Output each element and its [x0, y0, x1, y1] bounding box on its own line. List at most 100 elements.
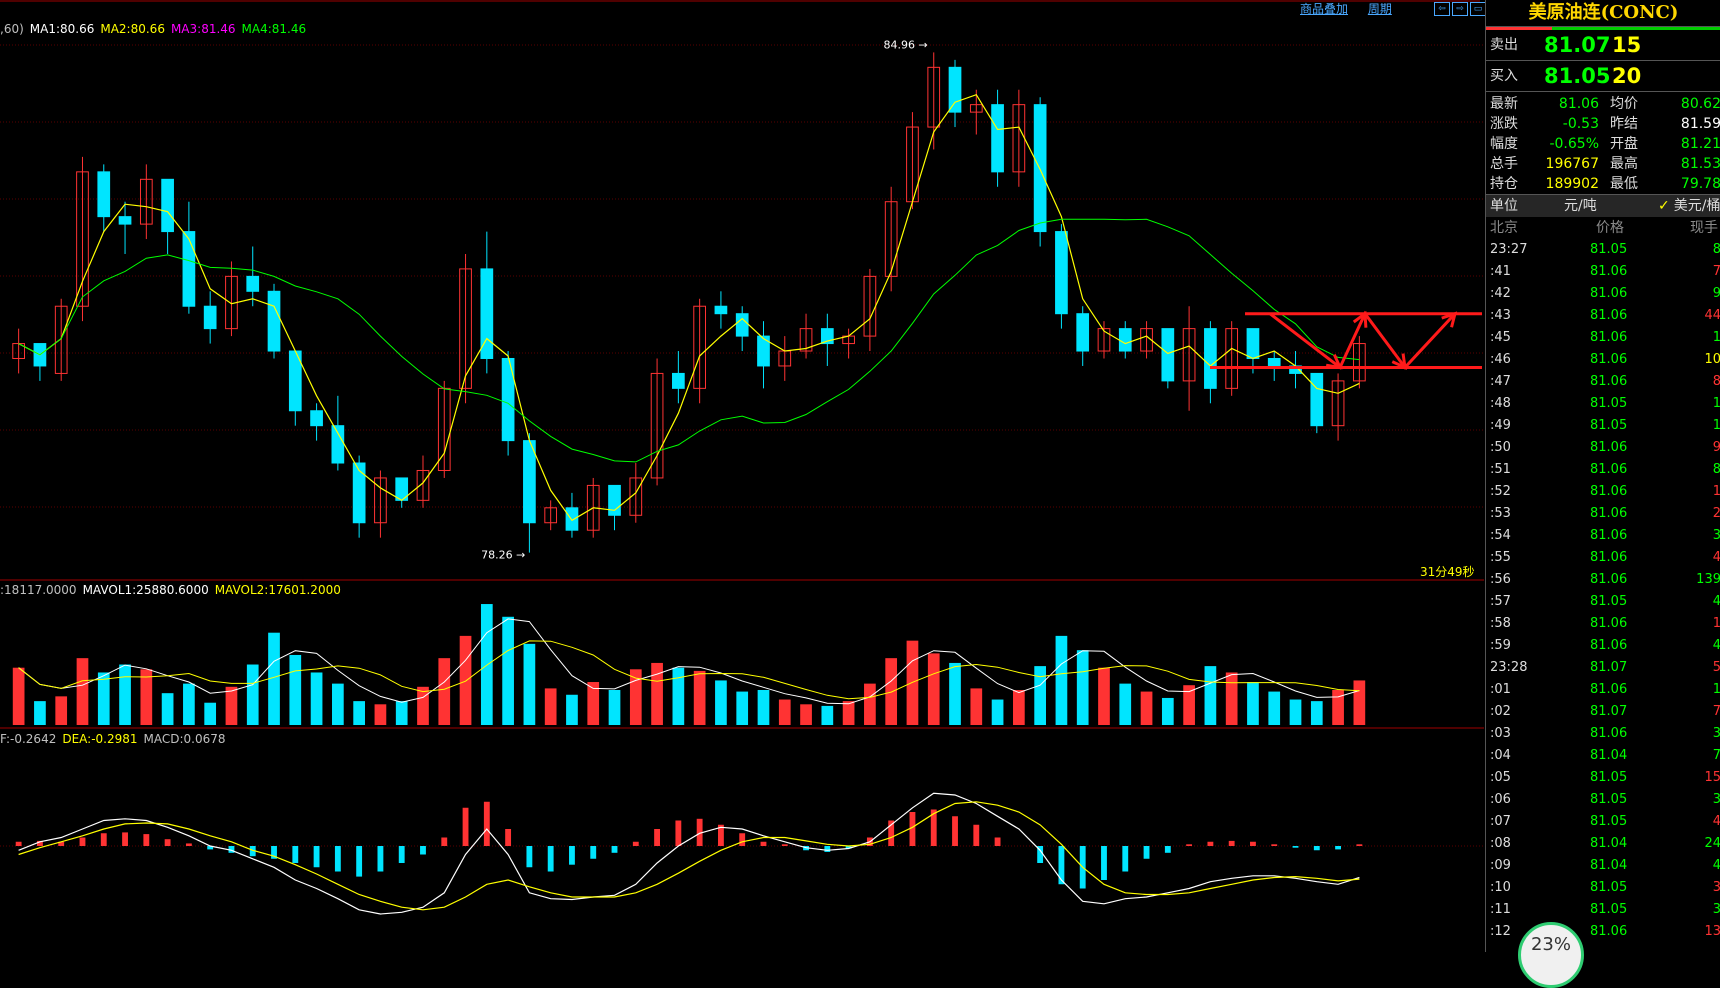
- stat-label: 均价: [1610, 96, 1638, 112]
- tick-volume: 7: [1676, 745, 1720, 767]
- mavol1-label: MAVOL1:25880.6000: [82, 583, 209, 597]
- volume-bar: [289, 654, 302, 725]
- kline-chart-svg[interactable]: 84.96 → 78.26 →: [0, 0, 1484, 952]
- tick-time: 23:27: [1490, 242, 1528, 257]
- volume-bar: [374, 704, 387, 725]
- tick-row: :41 81.06 7: [1486, 261, 1720, 283]
- stat-value: 189902: [1545, 176, 1599, 192]
- volume-bar: [842, 701, 855, 725]
- tick-price: 81.06: [1590, 726, 1628, 741]
- scroll-right-icon[interactable]: ⇨: [1452, 2, 1468, 16]
- stat-row: 总手 196767 最高 81.53: [1486, 154, 1720, 174]
- tick-row: :45 81.06 1: [1486, 327, 1720, 349]
- tick-volume: 3: [1676, 525, 1720, 547]
- stat-label: 总手: [1490, 156, 1518, 172]
- tick-time: :01: [1490, 682, 1511, 697]
- volume-bar: [438, 658, 451, 725]
- candle-body: [1055, 231, 1068, 315]
- volume-bar: [970, 688, 983, 725]
- volume-bar: [1034, 666, 1046, 725]
- sell-volume: 15: [1612, 33, 1642, 57]
- tick-volume: 3: [1676, 789, 1720, 811]
- tick-row: :53 81.06 2: [1486, 503, 1720, 525]
- volume-bar: [693, 670, 706, 725]
- tick-price: 81.04: [1590, 858, 1628, 873]
- tick-row: :06 81.05 3: [1486, 789, 1720, 811]
- tick-price: 81.06: [1590, 374, 1628, 389]
- tick-time: :53: [1490, 506, 1511, 521]
- tick-price: 81.06: [1590, 264, 1628, 279]
- tick-row: 23:27 81.05 8: [1486, 239, 1720, 261]
- tick-row: :07 81.05 4: [1486, 811, 1720, 833]
- stat-label: 持仓: [1490, 176, 1518, 192]
- tick-price: 81.06: [1590, 572, 1628, 587]
- candle-body: [331, 425, 345, 464]
- tick-volume: 44: [1704, 308, 1720, 323]
- dea-label: DEA:-0.2981: [62, 732, 138, 746]
- tick-time: :49: [1490, 418, 1511, 433]
- kline-chart-area[interactable]: 84.96 → 78.26 → 商品叠加 周期 ⇦ ⇨ ▭ ,60) MA1:80.…: [0, 0, 1486, 952]
- macd-label: MACD:0.0678: [143, 732, 226, 746]
- tick-price: 81.06: [1590, 440, 1628, 455]
- tick-time: :48: [1490, 396, 1511, 411]
- stat-value: -0.53: [1562, 116, 1599, 132]
- countdown-label: 31分49秒: [1420, 565, 1475, 579]
- volume-bar: [225, 686, 238, 725]
- candle-body: [246, 275, 260, 292]
- tick-time: :51: [1490, 462, 1511, 477]
- tick-volume: 7: [1676, 701, 1720, 723]
- candle-body: [118, 216, 132, 225]
- tick-list[interactable]: 23:2781.058:4181.067:4281.069:4381.0644:…: [1486, 239, 1720, 943]
- progress-timer-badge[interactable]: 23%: [1518, 922, 1584, 988]
- dif-label: F:-0.2642: [0, 732, 57, 746]
- volume-bar: [204, 702, 217, 725]
- candle-body: [948, 66, 962, 113]
- volume-bar: [310, 672, 323, 725]
- tick-volume: 2: [1676, 503, 1720, 525]
- volume-bar: [1013, 689, 1025, 725]
- tick-row: 23:28 81.07 5: [1486, 657, 1720, 679]
- period-link[interactable]: 周期: [1368, 2, 1392, 16]
- unit-value[interactable]: 元/吨: [1564, 195, 1597, 217]
- tick-price: 81.06: [1590, 528, 1628, 543]
- tick-row: :51 81.06 8: [1486, 459, 1720, 481]
- stat-label: 涨跌: [1490, 116, 1518, 132]
- candle-body: [1246, 328, 1260, 359]
- tick-price: 81.06: [1590, 352, 1628, 367]
- tick-row: :50 81.06 9: [1486, 437, 1720, 459]
- tick-volume: 1: [1676, 613, 1720, 635]
- tick-price: 81.07: [1590, 660, 1628, 675]
- candle-body: [1161, 328, 1175, 382]
- stat-value: 81.21: [1680, 136, 1720, 152]
- tick-header: 北京 价格 现手: [1486, 217, 1720, 239]
- volume-bar: [949, 662, 961, 725]
- stat-row: 幅度 -0.65% 开盘 81.21: [1486, 134, 1720, 154]
- tick-time: :54: [1490, 528, 1511, 543]
- tick-time: :10: [1490, 880, 1511, 895]
- fullscreen-icon[interactable]: ▭: [1470, 2, 1486, 16]
- ma-line: [18, 218, 1360, 463]
- unit-alt[interactable]: ✓ 美元/桶: [1658, 195, 1720, 217]
- tick-row: :59 81.06 4: [1486, 635, 1720, 657]
- volume-bar: [502, 616, 514, 725]
- tick-price: 81.06: [1590, 638, 1628, 653]
- tick-row: :42 81.06 9: [1486, 283, 1720, 305]
- unit-alt-label: 美元/桶: [1673, 198, 1720, 214]
- candle-body: [1033, 104, 1047, 233]
- tick-price: 81.04: [1590, 836, 1628, 851]
- tick-volume: 1: [1676, 481, 1720, 503]
- volume-bar: [1076, 650, 1089, 725]
- macd-dea-line: [18, 801, 1360, 911]
- tick-time: :11: [1490, 902, 1511, 917]
- candle-body: [1267, 357, 1281, 367]
- scroll-left-icon[interactable]: ⇦: [1434, 2, 1450, 16]
- tick-volume: 7: [1676, 261, 1720, 283]
- tick-price: 81.05: [1590, 902, 1628, 917]
- tick-time: :07: [1490, 814, 1511, 829]
- volume-bar: [246, 664, 259, 725]
- tick-price: 81.04: [1590, 748, 1628, 763]
- tick-volume: 3: [1676, 899, 1720, 921]
- overlay-link[interactable]: 商品叠加: [1300, 2, 1348, 16]
- tick-volume: 139: [1696, 572, 1720, 587]
- tick-price: 81.05: [1590, 880, 1628, 895]
